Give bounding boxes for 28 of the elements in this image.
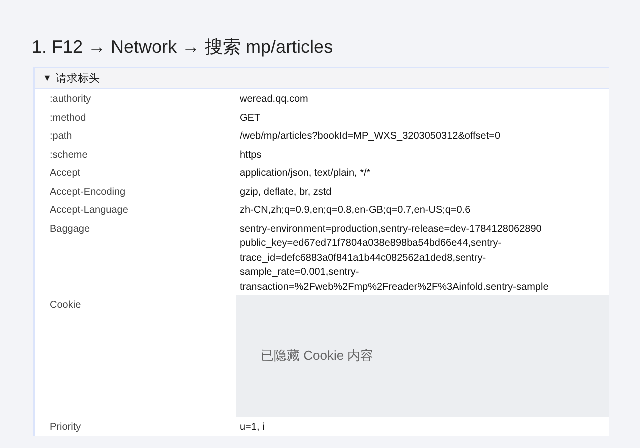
section-title: 请求标头 bbox=[56, 72, 100, 86]
header-value: public_key=ed67ed71f7804a038e898ba54bd66e44,sentry- bbox=[240, 237, 503, 251]
header-name: Priority bbox=[49, 421, 82, 435]
header-name: Accept bbox=[49, 167, 82, 181]
header-name: :path bbox=[49, 130, 74, 144]
header-value: zh-CN,zh;q=0.9,en;q=0.8,en-GB;q=0.7,en-US;q=0.6 bbox=[240, 204, 472, 218]
header-value: trace_id=defc6883a0f841a1b44c082562a1ded8,sentry- bbox=[240, 252, 488, 266]
hidden-notice: 已隐藏 Cookie 内容 bbox=[261, 347, 374, 365]
header-name: Accept-Encoding bbox=[49, 186, 127, 200]
header-value: sentry-environment=production,sentry-release=dev-1784128062890 bbox=[240, 222, 543, 236]
header-name: Cookie bbox=[49, 299, 82, 313]
header-name: :method bbox=[49, 112, 88, 126]
toggle-arrow[interactable]: ▼ bbox=[43, 73, 52, 83]
header-name: Accept-Language bbox=[49, 204, 130, 218]
header-value: weread.qq.com bbox=[240, 93, 310, 107]
header-value: gzip, deflate, br, zstd bbox=[240, 186, 333, 200]
header-value: u=1, i bbox=[240, 421, 266, 435]
header-value: transaction=%2Fweb%2Fmp%2Freader%2F%3Ainfold.sentry-sample bbox=[240, 280, 550, 294]
header-name: :scheme bbox=[49, 148, 89, 162]
header-name: :authority bbox=[49, 93, 92, 107]
section-header[interactable]: ▼ 请求标头 bbox=[35, 68, 609, 89]
header-value: https bbox=[240, 148, 263, 162]
header-value: sample_rate=0.001,sentry- bbox=[240, 266, 360, 280]
step-heading: 1. F12 → Network → 搜索 mp/articles bbox=[32, 36, 334, 58]
header-value: /web/mp/articles?bookId=MP_WXS_3203050312&offset=0 bbox=[240, 130, 502, 144]
header-name: Baggage bbox=[49, 222, 92, 236]
header-value: application/json, text/plain, */* bbox=[240, 167, 372, 181]
header-value: GET bbox=[240, 112, 262, 126]
